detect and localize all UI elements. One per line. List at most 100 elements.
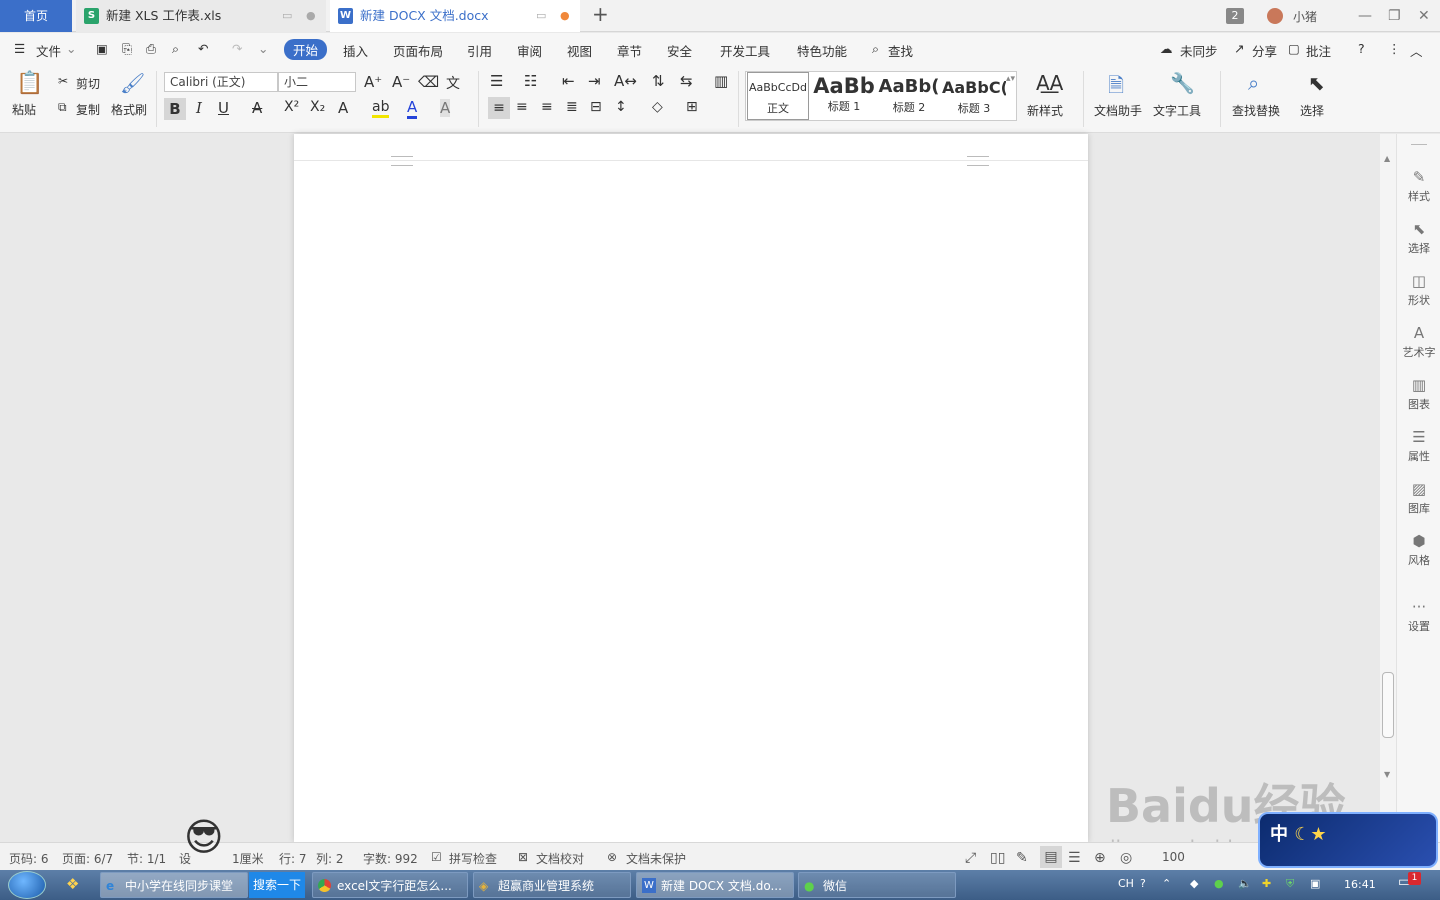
format-painter-button[interactable]: 格式刷 [111, 101, 147, 118]
superscript-button[interactable]: X² [284, 99, 299, 115]
scroll-down-icon[interactable]: ▼ [1384, 770, 1390, 779]
cut-button[interactable]: 剪切 [76, 75, 100, 92]
output-icon[interactable]: ⎘ [122, 41, 132, 57]
menu-chapter[interactable]: 章节 [617, 41, 642, 60]
highlight-icon[interactable]: ab [372, 99, 390, 118]
print-preview-icon[interactable]: ⌕ [172, 41, 179, 57]
redo-icon[interactable]: ↷ [232, 41, 242, 56]
close-icon[interactable]: ✕ [1418, 0, 1430, 32]
menu-references[interactable]: 引用 [467, 41, 492, 60]
taskbar-item-wechat[interactable]: ● 微信 [798, 872, 956, 898]
taskbar-item-wps-writer[interactable]: W 新建 DOCX 文档.do... [636, 872, 794, 898]
line-spacing-icon[interactable]: ↕ [615, 99, 627, 115]
share-icon[interactable]: ↗ [1234, 41, 1244, 56]
status-pages[interactable]: 页面: 6/7 [62, 850, 113, 867]
zoom-level[interactable]: 100 [1162, 850, 1185, 864]
menu-developer[interactable]: 开发工具 [720, 41, 770, 60]
status-proofread[interactable]: 文档校对 [536, 850, 584, 867]
menu-review[interactable]: 审阅 [517, 41, 542, 60]
tab-close-dot[interactable]: ● [306, 0, 316, 32]
menu-find[interactable]: 查找 [888, 41, 913, 60]
outline-view-icon[interactable]: ☰ [1068, 850, 1081, 866]
status-row[interactable]: 行: 7 [279, 850, 307, 867]
status-page-number[interactable]: 页码: 6 [9, 850, 49, 867]
windows-start-button[interactable] [8, 871, 46, 899]
sidebar-item-style[interactable]: ✎ 样式 [1397, 168, 1440, 204]
menu-start[interactable]: 开始 [284, 39, 328, 60]
align-center-button[interactable]: ≡ [516, 99, 528, 115]
status-protection[interactable]: 文档未保护 [626, 850, 686, 867]
clock-time[interactable]: 16:41 [1344, 878, 1376, 891]
taskbar-item-business-system[interactable]: ◈ 超赢商业管理系统 [473, 872, 631, 898]
select-button[interactable]: 选择 [1300, 102, 1324, 119]
style-heading-1[interactable]: AaBb 标题 1 [812, 72, 876, 120]
scroll-up-icon[interactable]: ▲ [1384, 154, 1390, 163]
style-normal[interactable]: AaBbCcDd 正文 [747, 72, 809, 120]
paste-button[interactable]: 粘贴 [12, 101, 36, 118]
restore-icon[interactable]: ❐ [1388, 0, 1401, 32]
text-tools-button[interactable]: 文字工具 [1153, 102, 1201, 119]
save-icon[interactable]: ▣ [96, 41, 108, 56]
minimize-icon[interactable]: — [1358, 0, 1372, 32]
sidebar-item-gallery[interactable]: ▨ 图库 [1397, 480, 1440, 516]
find-replace-button[interactable]: 查找替换 [1232, 102, 1280, 119]
language-indicator[interactable]: CH [1118, 877, 1134, 890]
sidebar-item-select[interactable]: ⬉ 选择 [1397, 220, 1440, 256]
tab-home[interactable]: 首页 [0, 0, 72, 32]
font-color-icon[interactable]: A [407, 98, 418, 119]
find-replace-icon[interactable]: ⌕ [1248, 71, 1259, 95]
read-mode-icon[interactable]: ▯▯ [990, 850, 1005, 866]
increase-indent-icon[interactable]: ⇥ [588, 72, 601, 90]
scrollbar-thumb[interactable] [1382, 672, 1394, 738]
text-direction-icon[interactable]: A↔ [614, 72, 637, 90]
cut-icon[interactable]: ✂ [58, 74, 68, 88]
cursor-icon[interactable]: ⬉ [1308, 71, 1325, 95]
paste-icon[interactable]: 📋 [16, 71, 43, 96]
menu-page-layout[interactable]: 页面布局 [393, 41, 443, 60]
menu-special[interactable]: 特色功能 [797, 41, 847, 60]
undo-icon[interactable]: ↶ [198, 41, 208, 56]
menu-security[interactable]: 安全 [667, 41, 692, 60]
spellcheck-icon[interactable]: ☑ [431, 850, 442, 864]
align-left-button[interactable]: ≡ [488, 97, 510, 119]
new-style-button[interactable]: 新样式 [1027, 102, 1063, 119]
gallery-scroll-icon[interactable]: ▴▾ [1006, 74, 1015, 84]
customize-chevron-icon[interactable]: ⌄ [258, 41, 268, 56]
protect-icon[interactable]: ⊗ [607, 850, 617, 864]
sidebar-item-theme[interactable]: ⬢ 风格 [1397, 532, 1440, 568]
justify-button[interactable]: ≣ [566, 99, 578, 115]
shield-icon[interactable]: ⛨ [1286, 877, 1294, 891]
tray-expand-icon[interactable]: ⌃ [1162, 877, 1171, 890]
user-name[interactable]: 小猪 [1293, 8, 1317, 25]
italic-button[interactable]: I [196, 99, 202, 117]
unsaved-dot-icon[interactable]: ● [560, 0, 570, 32]
underline-button[interactable]: U [218, 99, 229, 117]
menu-file[interactable]: 文件 [36, 41, 61, 60]
font-shrink-icon[interactable]: A⁻ [392, 73, 410, 91]
distribute-button[interactable]: ⊟ [590, 99, 602, 115]
help-icon[interactable]: ? [1140, 877, 1146, 890]
doc-helper-icon[interactable]: 🗎 [1108, 71, 1124, 105]
doc-helper-button[interactable]: 文档助手 [1094, 102, 1142, 119]
avatar[interactable] [1267, 8, 1283, 24]
comment-icon[interactable]: ▢ [1288, 41, 1300, 56]
fullscreen-icon[interactable]: ⤢ [965, 850, 976, 866]
format-painter-icon[interactable]: 🖌 [120, 71, 145, 95]
bold-button[interactable]: B [164, 98, 186, 120]
ime-status-sticker[interactable]: 中 ☾★ [1258, 812, 1438, 868]
more-icon[interactable]: ⋮ [1388, 41, 1401, 56]
sidebar-item-properties[interactable]: ☰ 属性 [1397, 428, 1440, 464]
new-style-icon[interactable]: A͟A [1036, 71, 1063, 95]
decrease-indent-icon[interactable]: ⇤ [562, 72, 575, 90]
columns-icon[interactable]: ▥ [714, 72, 728, 90]
app-launcher-icon[interactable]: ❖ [66, 875, 79, 893]
sidebar-item-wordart[interactable]: A 艺术字 [1397, 324, 1440, 360]
page-view-icon[interactable]: ▤ [1040, 846, 1062, 868]
wechat-tray-icon[interactable]: ● [1214, 877, 1224, 890]
style-heading-3[interactable]: AaBbC( 标题 3 [942, 72, 1006, 120]
volume-icon[interactable]: 🔈 [1238, 877, 1252, 890]
wrench-icon[interactable]: 🔧 [1170, 71, 1195, 95]
share-button[interactable]: 分享 [1252, 41, 1277, 60]
font-size-select[interactable]: 小二 [278, 72, 356, 92]
subscript-button[interactable]: X₂ [310, 99, 325, 115]
